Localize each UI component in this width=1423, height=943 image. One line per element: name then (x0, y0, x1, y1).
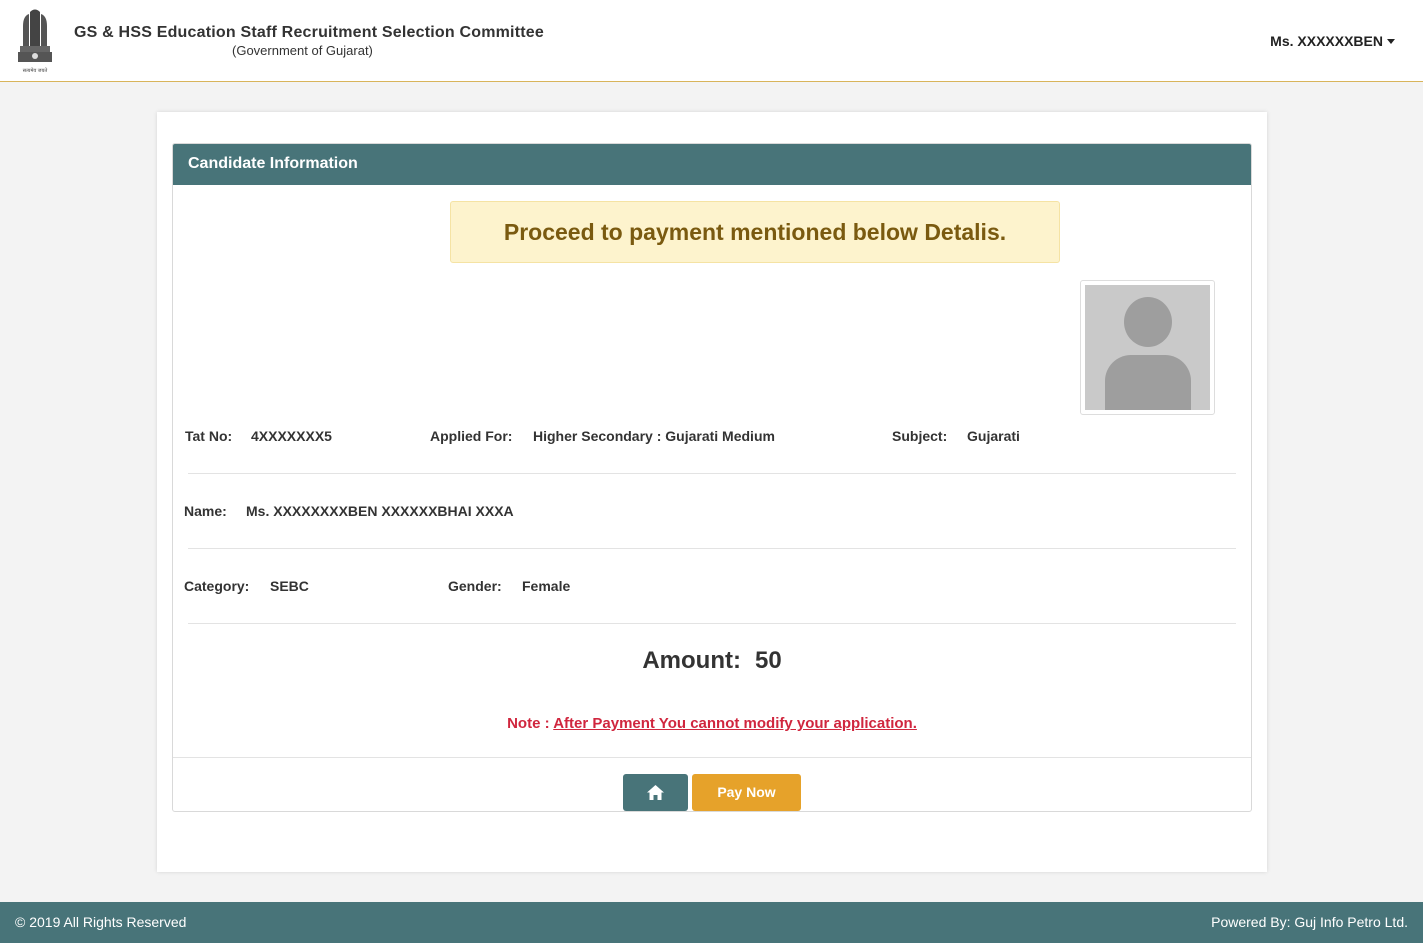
copyright-text: © 2019 All Rights Reserved (15, 914, 187, 930)
gender-value: Female (522, 578, 571, 594)
name-label: Name: (184, 503, 227, 519)
state-emblem-icon: सत्यमेव जयते (18, 9, 52, 74)
divider (188, 548, 1236, 549)
divider (188, 473, 1236, 474)
applied-for-value: Higher Secondary : Gujarati Medium (533, 428, 775, 444)
card-title: Candidate Information (173, 144, 1251, 185)
candidate-photo (1080, 280, 1215, 415)
tat-no-value: 4XXXXXXX5 (251, 428, 332, 444)
user-placeholder-icon (1085, 285, 1210, 410)
amount-display: Amount: 50 (173, 647, 1251, 675)
payment-alert: Proceed to payment mentioned below Detal… (450, 201, 1060, 263)
payment-note: Note : After Payment You cannot modify y… (173, 715, 1251, 732)
top-navbar: सत्यमेव जयते GS & HSS Education Staff Re… (0, 0, 1423, 82)
category-label: Category: (184, 578, 250, 594)
content-card: Candidate Information Proceed to payment… (157, 112, 1267, 872)
user-dropdown[interactable]: Ms. XXXXXXBEN (1270, 33, 1395, 49)
name-value: Ms. XXXXXXXXBEN XXXXXXBHAI XXXA (246, 503, 514, 519)
page-footer: © 2019 All Rights Reserved Powered By: G… (0, 902, 1423, 943)
home-button[interactable] (623, 774, 688, 811)
powered-by-text: Powered By: Guj Info Petro Ltd. (1211, 914, 1408, 930)
card-footer-divider (173, 757, 1251, 758)
org-title: GS & HSS Education Staff Recruitment Sel… (74, 24, 544, 41)
caret-down-icon (1387, 39, 1395, 44)
divider (188, 623, 1236, 624)
candidate-info-card: Candidate Information Proceed to payment… (172, 143, 1252, 812)
org-subtitle: (Government of Gujarat) (232, 43, 373, 58)
amount-value: 50 (754, 647, 782, 674)
gender-label: Gender: (448, 578, 502, 594)
amount-label: Amount: (642, 647, 741, 674)
subject-value: Gujarati (967, 428, 1020, 444)
pay-now-button[interactable]: Pay Now (692, 774, 801, 811)
subject-label: Subject: (892, 428, 948, 444)
user-name: Ms. XXXXXXBEN (1270, 33, 1383, 49)
note-prefix: Note : (507, 715, 550, 732)
emblem-caption: सत्यमेव जयते (23, 67, 48, 74)
applied-for-label: Applied For: (430, 428, 513, 444)
note-link[interactable]: After Payment You cannot modify your app… (553, 715, 917, 732)
category-value: SEBC (270, 578, 309, 594)
home-icon (647, 785, 664, 800)
tat-no-label: Tat No: (185, 428, 233, 444)
